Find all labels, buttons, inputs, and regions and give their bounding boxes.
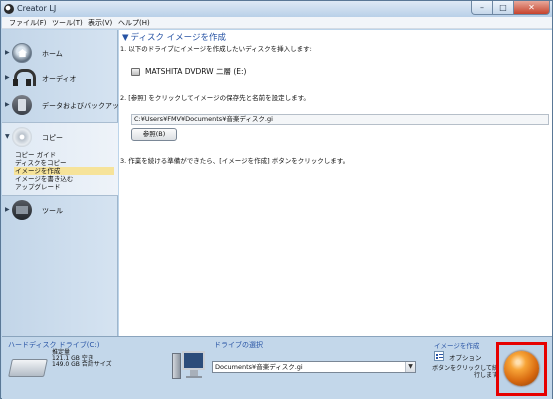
- expand-arrow-icon: ▶: [5, 206, 10, 213]
- start-orb-icon[interactable]: [504, 351, 539, 386]
- chevron-down-icon[interactable]: ▼: [405, 362, 415, 372]
- step-2-text: 2. [参照] をクリックしてイメージの保存先と名前を設定します。: [120, 94, 310, 102]
- create-hint-text: ボタンをクリックして続行します: [432, 365, 498, 379]
- options-link[interactable]: オプション: [449, 352, 482, 362]
- sidebar-item-backup[interactable]: ▶ データおよびバックアップ: [2, 92, 126, 118]
- close-button[interactable]: ✕: [514, 1, 550, 15]
- hard-drive-icon: [8, 359, 48, 377]
- copy-submenu: コピー ガイド ディスクをコピー イメージを作成 イメージを書き込む アップグレ…: [14, 151, 114, 191]
- optical-drive-icon: [131, 67, 140, 76]
- source-drive-label: MATSHITA DVDRW 二層 (E:): [145, 67, 247, 76]
- backup-icon: [12, 95, 32, 115]
- tools-icon: [12, 200, 32, 220]
- app-window: Creator LJ – □ ✕ ファイル(F) ツール(T) 表示(V) ヘル…: [0, 0, 553, 399]
- options-list-icon[interactable]: [434, 351, 444, 361]
- maximize-button[interactable]: □: [493, 1, 514, 15]
- drive-select-dropdown[interactable]: Documents¥音楽ディスク.gi ▼: [212, 361, 416, 373]
- sidebar: ▶ ホーム ▶ オーディオ ▶ データおよびバックアップ ▼ コピー コピー ガ…: [2, 30, 126, 336]
- page-title: ▼ ディスク イメージを作成: [122, 31, 226, 43]
- sidebar-item-audio[interactable]: ▶ オーディオ: [2, 65, 118, 91]
- sidebar-item-label: データおよびバックアップ: [42, 102, 126, 110]
- minimize-button[interactable]: –: [471, 1, 493, 15]
- step-3-text: 3. 作業を続ける準備ができたら、[イメージを作成] ボタンをクリックします。: [120, 157, 350, 165]
- menu-view[interactable]: 表示(V): [88, 18, 112, 28]
- expand-arrow-icon: ▶: [5, 101, 10, 108]
- submenu-create-image[interactable]: イメージを作成: [14, 167, 114, 175]
- headphones-icon: [12, 68, 36, 88]
- sidebar-item-label: オーディオ: [42, 75, 77, 83]
- menu-help[interactable]: ヘルプ(H): [118, 18, 150, 28]
- drive-select-title: ドライブの選択: [214, 341, 263, 349]
- sidebar-item-label: ホーム: [42, 50, 63, 58]
- title-arrow-icon: ▼: [122, 33, 129, 43]
- source-drive: MATSHITA DVDRW 二層 (E:): [131, 66, 246, 77]
- create-image-title: イメージを作成: [434, 342, 480, 350]
- bottom-panel: ハードディスク ドライブ(C:) 推定量 121.1 GB 空き 149.0 G…: [2, 336, 552, 399]
- submenu-copy-guide[interactable]: コピー ガイド: [14, 151, 114, 159]
- browse-button[interactable]: 参照(B): [131, 128, 177, 141]
- expand-arrow-icon: ▶: [5, 49, 10, 56]
- app-logo-icon: [4, 4, 14, 14]
- menu-tools[interactable]: ツール(T): [52, 18, 83, 28]
- expand-arrow-icon: ▶: [5, 74, 10, 81]
- menu-bar: ファイル(F) ツール(T) 表示(V) ヘルプ(H): [2, 17, 552, 29]
- computer-icon: [172, 349, 206, 383]
- submenu-disc-copy[interactable]: ディスクをコピー: [14, 159, 114, 167]
- page-title-text: ディスク イメージを作成: [130, 33, 226, 43]
- submenu-upgrade[interactable]: アップグレード: [14, 183, 114, 191]
- window-title: Creator LJ: [17, 4, 57, 13]
- hdd-total-size: 149.0 GB 合計サイズ: [52, 361, 112, 368]
- sidebar-section-copy: ▼ コピー コピー ガイド ディスクをコピー イメージを作成 イメージを書き込む…: [2, 122, 118, 196]
- home-icon: [12, 43, 32, 63]
- title-bar: Creator LJ – □ ✕: [1, 1, 552, 17]
- disc-copy-icon: [12, 127, 32, 147]
- submenu-burn-image[interactable]: イメージを書き込む: [14, 175, 114, 183]
- sidebar-item-tools[interactable]: ▶ ツール: [2, 197, 118, 223]
- window-controls: – □ ✕: [471, 1, 550, 15]
- main-panel: ▼ ディスク イメージを作成 1. 以下のドライブにイメージを作成したいディスクを…: [119, 30, 552, 336]
- image-path-field[interactable]: C:¥Users¥FMV¥Documents¥音楽ディスク.gi: [131, 114, 549, 125]
- step-1-text: 1. 以下のドライブにイメージを作成したいディスクを挿入します:: [120, 45, 312, 53]
- sidebar-item-copy[interactable]: ▼ コピー: [2, 124, 118, 150]
- hdd-stats: 推定量 121.1 GB 空き 149.0 GB 合計サイズ: [52, 350, 112, 368]
- collapse-arrow-icon: ▼: [5, 133, 10, 140]
- sidebar-item-home[interactable]: ▶ ホーム: [2, 40, 118, 66]
- menu-file[interactable]: ファイル(F): [9, 18, 47, 28]
- sidebar-item-label: コピー: [42, 134, 63, 142]
- drive-select-value: Documents¥音楽ディスク.gi: [215, 363, 303, 371]
- sidebar-item-label: ツール: [42, 207, 63, 215]
- create-image-button[interactable]: [496, 342, 547, 396]
